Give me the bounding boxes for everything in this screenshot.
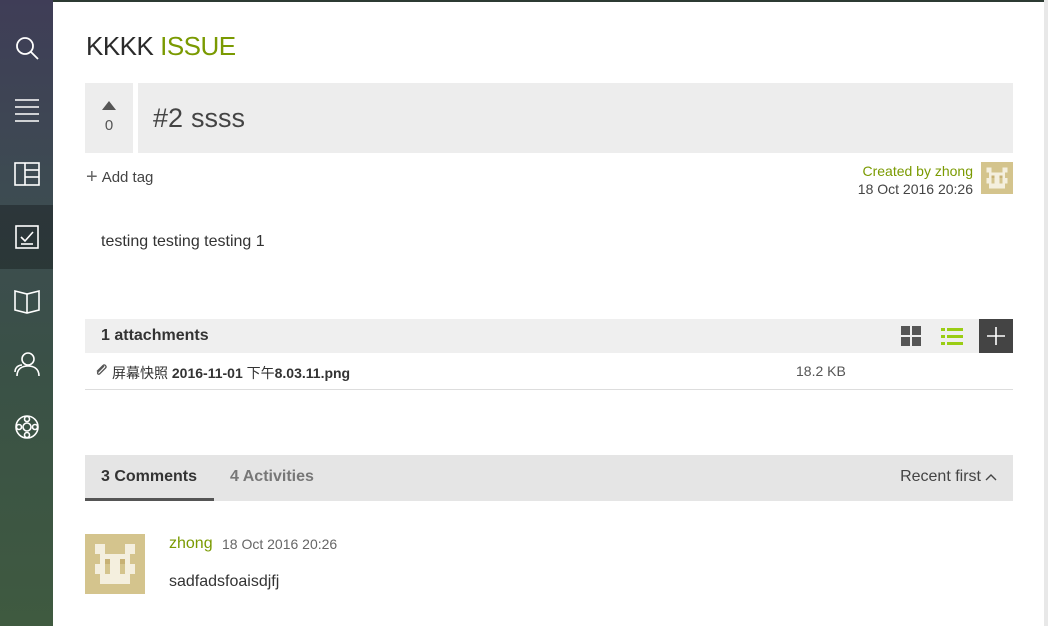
- checklist-icon: [14, 225, 39, 249]
- sidebar-item-team[interactable]: [0, 332, 53, 396]
- sidebar: [0, 0, 53, 626]
- sidebar-item-backlog[interactable]: [0, 78, 53, 142]
- created-date: 18 Oct 2016 20:26: [857, 181, 973, 197]
- attachment-filename[interactable]: 屏幕快照 2016-11-01 下午8.03.11.png: [112, 363, 350, 383]
- team-icon: [13, 352, 40, 377]
- sidebar-item-search[interactable]: [0, 16, 53, 80]
- menu-icon: [14, 99, 39, 122]
- chevron-up-icon: [985, 474, 997, 481]
- upvote-icon[interactable]: [102, 101, 116, 110]
- settings-icon: [14, 415, 39, 439]
- creator-avatar[interactable]: [981, 162, 1013, 194]
- sidebar-item-wiki[interactable]: [0, 268, 53, 332]
- issue-description[interactable]: testing testing testing 1: [101, 233, 265, 251]
- right-border: [1044, 0, 1048, 626]
- attachments-title: 1 attachments: [101, 327, 209, 344]
- page-title: KKKK ISSUE: [86, 30, 236, 62]
- add-tag-label: Add tag: [101, 169, 154, 186]
- history-tabs: 3 Comments 4 Activities Recent first: [85, 455, 1013, 501]
- grid-view-icon[interactable]: [900, 325, 922, 347]
- vote-count: 0: [104, 117, 114, 134]
- sort-label: Recent first: [900, 468, 981, 485]
- attachments-header: 1 attachments: [85, 319, 1013, 353]
- plus-icon: [987, 327, 1005, 345]
- tab-activities[interactable]: 4 Activities: [230, 468, 314, 486]
- sidebar-item-settings[interactable]: [0, 395, 53, 459]
- sidebar-item-kanban[interactable]: [0, 142, 53, 206]
- attachment-row[interactable]: 屏幕快照 2016-11-01 下午8.03.11.png 18.2 KB: [85, 353, 1013, 390]
- item-kind: ISSUE: [160, 31, 236, 61]
- comment-text: sadfadsfoaisdjfj: [169, 573, 280, 590]
- comment-date: 18 Oct 2016 20:26: [222, 536, 338, 552]
- active-tab-indicator: [85, 498, 214, 501]
- attachment-size: 18.2 KB: [796, 363, 846, 379]
- filename-part: 屏幕快照: [112, 365, 172, 381]
- comment-author-avatar[interactable]: [85, 534, 145, 594]
- project-name: KKKK: [86, 31, 154, 61]
- list-view-icon[interactable]: [940, 325, 964, 347]
- filename-part: 下午: [242, 365, 275, 381]
- tab-comments[interactable]: 3 Comments: [101, 468, 197, 486]
- issue-subject: ssss: [191, 102, 246, 133]
- plus-icon: +: [86, 166, 98, 188]
- paperclip-icon: [96, 364, 107, 375]
- issue-ref: #2: [153, 102, 184, 133]
- add-attachment-button[interactable]: [979, 319, 1013, 353]
- top-border: [0, 0, 1048, 2]
- search-icon: [15, 37, 39, 60]
- add-tag-button[interactable]: + Add tag: [86, 166, 154, 188]
- created-by[interactable]: Created by zhong: [858, 162, 973, 180]
- created-info: Created by zhong 18 Oct 2016 20:26: [858, 162, 973, 198]
- vote-box: 0: [85, 83, 133, 153]
- board-icon: [13, 162, 40, 186]
- issue-subject-box[interactable]: #2 ssss: [138, 83, 1013, 153]
- filename-part: 2016-11-01: [171, 365, 243, 381]
- filename-part: 8.03.11.png: [274, 365, 351, 381]
- sort-order-toggle[interactable]: Recent first: [900, 468, 997, 486]
- book-icon: [13, 289, 40, 314]
- comment-author[interactable]: zhong: [169, 535, 213, 553]
- sidebar-item-issues[interactable]: [0, 205, 53, 269]
